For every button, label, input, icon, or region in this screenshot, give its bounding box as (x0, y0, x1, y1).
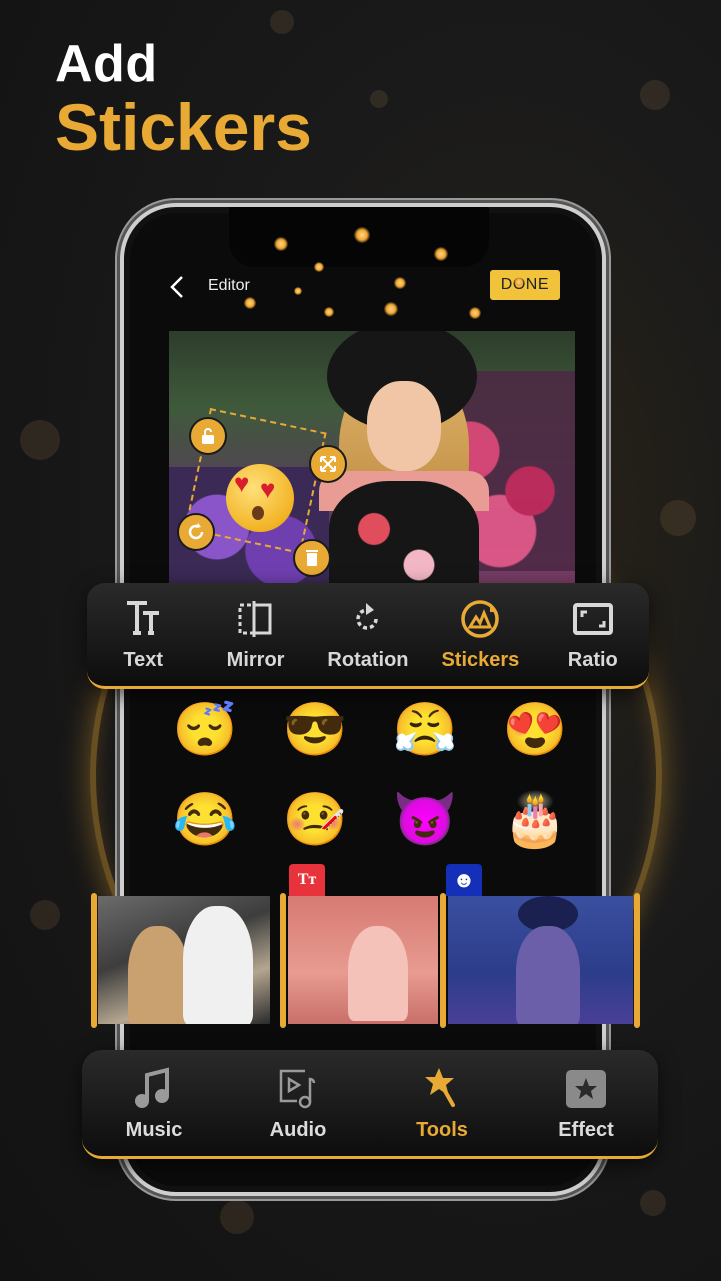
sticker-heart-eyes-face[interactable]: 😍 (480, 700, 590, 760)
sticker-layer-badge[interactable]: ☻ (446, 864, 482, 896)
tool-mirror[interactable]: Mirror (206, 597, 306, 672)
trash-icon (306, 550, 318, 566)
tool-rotation-label: Rotation (327, 649, 409, 671)
trim-handle[interactable] (91, 893, 97, 1028)
nav-effect[interactable]: Effect (526, 1065, 646, 1142)
resize-arrows-icon (320, 456, 336, 472)
rotate-icon (356, 603, 378, 630)
nav-tools[interactable]: Tools (382, 1065, 502, 1142)
editor-topbar: Editor DONE (124, 267, 602, 307)
nav-effect-label: Effect (558, 1118, 614, 1141)
clip-girl-flowers[interactable] (448, 896, 633, 1024)
rotate-handle[interactable] (177, 513, 215, 551)
tool-stickers[interactable]: Stickers (430, 597, 530, 672)
text-size-icon: Tт (297, 871, 317, 888)
mirror-icon (238, 601, 272, 637)
sticker-grid: 😴 😎 😤 😍 😂 🤒 😈 🎂 (150, 700, 590, 850)
clip-couple-selfie[interactable] (98, 896, 270, 1024)
aspect-ratio-icon (572, 603, 613, 635)
tool-rotation[interactable]: Rotation (318, 597, 418, 672)
tool-mirror-label: Mirror (226, 649, 285, 671)
nav-music[interactable]: Music (94, 1065, 214, 1142)
tool-stickers-label: Stickers (441, 649, 520, 671)
clip-timeline: Tт ☻ (88, 864, 643, 1028)
text-size-icon (127, 601, 160, 635)
text-layer-badge[interactable]: Tт (289, 864, 325, 896)
sticker-sunglasses-face[interactable]: 😎 (260, 700, 370, 760)
photo-canvas[interactable]: ♥ ♥ (169, 331, 575, 587)
nav-tools-label: Tools (416, 1118, 468, 1141)
music-note-icon (135, 1066, 169, 1108)
audio-video-icon (279, 1069, 316, 1108)
rotate-icon (188, 523, 204, 540)
back-button[interactable] (166, 275, 190, 299)
lock-open-icon (202, 428, 214, 444)
edit-toolbar: Text Mirror Rotation Stickers Ratio (87, 583, 649, 689)
sticker-sleeping-face[interactable]: 😴 (150, 700, 260, 760)
smiley-icon: ☻ (452, 867, 476, 892)
magic-wand-star-icon (425, 1067, 455, 1107)
chevron-left-icon (170, 276, 183, 298)
bottom-nav: Music Audio Tools Effect (82, 1050, 658, 1159)
headline: Add Stickers (55, 38, 312, 160)
sticker-birthday-cake[interactable]: 🎂 (480, 790, 590, 850)
heart-eyes-sticker[interactable]: ♥ ♥ (226, 464, 294, 532)
nav-audio[interactable]: Audio (238, 1065, 358, 1142)
tool-text[interactable]: Text (93, 597, 193, 672)
tool-ratio-label: Ratio (567, 649, 618, 671)
sticker-purple-devil-face[interactable]: 😈 (370, 790, 480, 850)
sticker-thumbs-up-face[interactable]: 🤒 (260, 790, 370, 850)
trim-handle[interactable] (440, 893, 446, 1028)
nav-music-label: Music (125, 1118, 183, 1141)
headline-line1: Add (55, 35, 158, 93)
clip-bride-street[interactable] (288, 896, 438, 1024)
editor-title: Editor (208, 277, 250, 294)
sticker-icon (461, 600, 500, 638)
sticker-tears-of-joy-face[interactable]: 😂 (150, 790, 260, 850)
sticker-frowning-fists-face[interactable]: 😤 (370, 700, 480, 760)
unlock-handle[interactable] (189, 417, 227, 455)
done-button[interactable]: DONE (489, 270, 560, 300)
delete-handle[interactable] (293, 539, 331, 577)
nav-audio-label: Audio (269, 1118, 327, 1141)
resize-handle[interactable] (309, 445, 347, 483)
star-box-icon (566, 1069, 606, 1108)
tool-text-label: Text (123, 649, 163, 671)
trim-handle[interactable] (280, 893, 286, 1028)
headline-line2: Stickers (55, 90, 312, 164)
tool-ratio[interactable]: Ratio (543, 597, 643, 672)
trim-handle[interactable] (634, 893, 640, 1028)
